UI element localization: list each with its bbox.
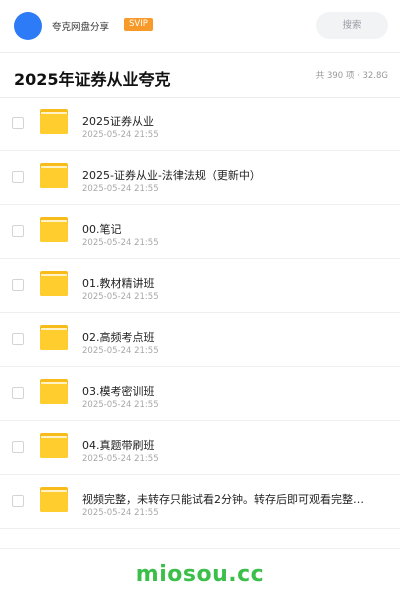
top-bar: 夸克网盘分享 SVIP 搜索 <box>0 0 400 53</box>
checkbox[interactable] <box>12 117 24 129</box>
folder-icon <box>40 163 68 188</box>
file-name: 04.真题带刷班 <box>82 439 155 452</box>
watermark: miosou.cc <box>135 562 265 587</box>
avatar[interactable] <box>14 12 42 40</box>
folder-icon <box>40 487 68 512</box>
file-date: 2025-05-24 21:55 <box>82 454 159 464</box>
list-item[interactable]: 2025证券从业 2025-05-24 21:55 <box>0 97 400 151</box>
folder-icon <box>40 325 68 350</box>
list-item[interactable]: 02.高频考点班 2025-05-24 21:55 <box>0 313 400 367</box>
list-item[interactable]: 视频完整，未转存只能试看2分钟。转存后即可观看完整… 2025-05-24 21… <box>0 475 400 529</box>
checkbox[interactable] <box>12 279 24 291</box>
checkbox[interactable] <box>12 441 24 453</box>
list-item[interactable]: 2025-证券从业-法律法规（更新中） 2025-05-24 21:55 <box>0 151 400 205</box>
folder-icon <box>40 217 68 242</box>
file-name: 03.模考密训班 <box>82 385 155 398</box>
checkbox[interactable] <box>12 387 24 399</box>
file-name: 00.笔记 <box>82 223 122 236</box>
file-date: 2025-05-24 21:55 <box>82 400 159 410</box>
checkbox[interactable] <box>12 171 24 183</box>
file-date: 2025-05-24 21:55 <box>82 508 159 518</box>
username: 夸克网盘分享 <box>52 22 110 33</box>
file-date: 2025-05-24 21:55 <box>82 130 159 140</box>
search-input[interactable]: 搜索 <box>316 12 388 39</box>
file-name: 2025-证券从业-法律法规（更新中） <box>82 169 261 182</box>
file-name: 02.高频考点班 <box>82 331 155 344</box>
file-date: 2025-05-24 21:55 <box>82 184 159 194</box>
list-item[interactable]: 00.笔记 2025-05-24 21:55 <box>0 205 400 259</box>
folder-icon <box>40 109 68 134</box>
list-item[interactable]: 01.教材精讲班 2025-05-24 21:55 <box>0 259 400 313</box>
list-item[interactable]: 04.真题带刷班 2025-05-24 21:55 <box>0 421 400 475</box>
file-date: 2025-05-24 21:55 <box>82 238 159 248</box>
folder-icon <box>40 379 68 404</box>
file-list: 2025证券从业 2025-05-24 21:55 2025-证券从业-法律法规… <box>0 97 400 529</box>
folder-icon <box>40 433 68 458</box>
svip-badge: SVIP <box>124 18 153 31</box>
folder-meta: 共 390 项 · 32.8G <box>315 71 388 81</box>
folder-header: 2025年证券从业夸克 共 390 项 · 32.8G <box>0 53 400 98</box>
page-title: 2025年证券从业夸克 <box>14 70 171 89</box>
file-date: 2025-05-24 21:55 <box>82 292 159 302</box>
file-date: 2025-05-24 21:55 <box>82 346 159 356</box>
file-name: 视频完整，未转存只能试看2分钟。转存后即可观看完整… <box>82 493 364 506</box>
file-name: 01.教材精讲班 <box>82 277 155 290</box>
file-name: 2025证券从业 <box>82 115 154 128</box>
checkbox[interactable] <box>12 225 24 237</box>
list-item[interactable]: 03.模考密训班 2025-05-24 21:55 <box>0 367 400 421</box>
checkbox[interactable] <box>12 333 24 345</box>
folder-icon <box>40 271 68 296</box>
divider <box>0 548 400 549</box>
checkbox[interactable] <box>12 495 24 507</box>
